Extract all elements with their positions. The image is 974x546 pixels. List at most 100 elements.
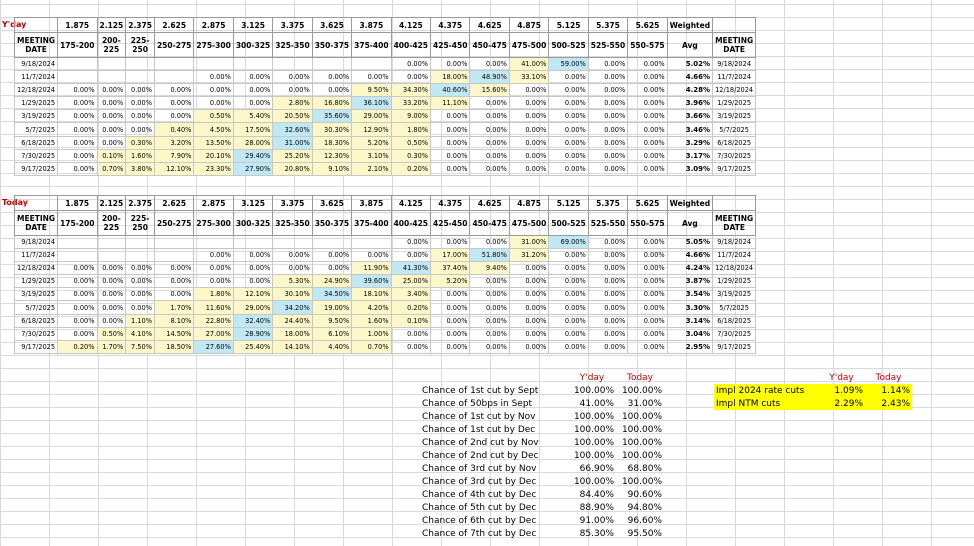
today-prob-cell: 0.00% <box>548 326 589 341</box>
today-meeting-date-header-right: MEETING DATE <box>712 210 757 236</box>
today-prob-cell <box>96 248 127 263</box>
summary-yday-value: 100.00% <box>573 437 614 448</box>
yday-prob-cell: 0.00% <box>627 148 668 163</box>
yday-meeting-date: 1/29/2025 <box>13 96 59 111</box>
today-bucket-range: 475-500 <box>508 210 550 236</box>
yday-prob-cell: 0.00% <box>548 83 589 98</box>
today-bucket-mid: 2.625 <box>153 195 195 211</box>
summary-label: Chance of 1st cut by Sept <box>422 385 539 396</box>
yday-bucket-mid: 5.625 <box>627 17 668 33</box>
today-bucket-range: 425-450 <box>430 210 471 236</box>
today-bucket-mid: 4.875 <box>508 195 550 211</box>
yday-prob-cell: 0.30% <box>125 135 155 150</box>
today-prob-cell: 1.10% <box>125 313 155 328</box>
summary-row: Chance of 4th cut by Dec 84.40% 90.60% <box>420 488 664 501</box>
today-prob-cell: 0.00% <box>57 326 98 341</box>
yday-prob-cell: 28.00% <box>232 135 274 150</box>
today-table-row: 9/17/2025 0.20% 1.70% 7.50% 18.50% 27.60% 25.4… <box>13 339 757 354</box>
yday-bucket-range: 350-375 <box>311 32 353 58</box>
yday-prob-cell: 5.20% <box>351 135 392 150</box>
yday-prob-cell: 23.30% <box>193 161 234 176</box>
today-bucket-range-row: MEETING DATE 175-200 200- 225 225- 250 250-275 2… <box>13 210 757 236</box>
today-prob-cell: 0.00% <box>469 300 510 315</box>
yday-meeting-date-right: 1/29/2025 <box>712 96 757 111</box>
today-meeting-date: 5/7/2025 <box>13 300 59 315</box>
yday-prob-cell: 0.00% <box>57 109 98 124</box>
today-prob-cell: 0.00% <box>96 313 127 328</box>
summary-today-value: 68.80% <box>627 463 662 474</box>
today-meeting-date-right: 11/7/2024 <box>712 248 757 263</box>
yday-prob-cell: 4.50% <box>193 122 234 137</box>
yday-prob-cell: 2.10% <box>351 161 392 176</box>
yday-prob-cell: 48.90% <box>469 70 510 85</box>
today-prob-cell: 4.40% <box>311 339 353 354</box>
yday-prob-cell: 0.00% <box>232 96 274 111</box>
today-prob-cell: 24.90% <box>311 274 353 289</box>
yday-prob-cell: 5.40% <box>232 109 274 124</box>
today-prob-cell: 34.50% <box>311 287 353 302</box>
yday-weighted-avg: 3.46% <box>666 122 714 137</box>
today-prob-cell <box>311 234 353 250</box>
yday-prob-cell: 13.50% <box>193 135 234 150</box>
yday-prob-cell: 0.00% <box>548 122 589 137</box>
today-bucket-range: 200- 225 <box>96 210 127 236</box>
today-prob-cell <box>96 234 127 250</box>
yday-prob-cell: 11.10% <box>430 96 471 111</box>
yday-meeting-date: 5/7/2025 <box>13 122 59 137</box>
today-prob-cell: 19.00% <box>311 300 353 315</box>
yday-bucket-mid: 4.625 <box>469 17 510 33</box>
today-prob-cell: 41.30% <box>390 261 432 276</box>
yday-bucket-mid: 4.875 <box>508 17 550 33</box>
today-bucket-range: 250-275 <box>153 210 195 236</box>
yday-prob-cell: 0.00% <box>587 109 629 124</box>
yday-prob-cell: 0.00% <box>430 148 471 163</box>
today-prob-cell: 14.10% <box>272 339 313 354</box>
today-prob-cell: 0.00% <box>587 274 629 289</box>
yday-prob-cell: 18.30% <box>311 135 353 150</box>
yday-bucket-mid: 3.375 <box>272 17 313 33</box>
yday-prob-cell: 0.00% <box>153 96 195 111</box>
today-prob-cell: 0.10% <box>390 313 432 328</box>
today-prob-cell: 0.00% <box>587 287 629 302</box>
yday-prob-cell: 0.00% <box>508 135 550 150</box>
yday-meeting-date-right: 11/7/2024 <box>712 70 757 85</box>
yday-prob-cell: 12.30% <box>311 148 353 163</box>
today-prob-cell: 18.50% <box>153 339 195 354</box>
today-prob-cell: 0.00% <box>469 339 510 354</box>
today-prob-cell: 37.40% <box>430 261 471 276</box>
summary-today-value: 100.00% <box>621 476 662 487</box>
yday-bucket-range: 450-475 <box>469 32 510 58</box>
summary-label: Chance of 3rd cut by Nov <box>422 463 537 474</box>
today-bucket-mid: 3.375 <box>272 195 313 211</box>
yday-prob-cell: 0.00% <box>232 83 274 98</box>
today-bucket-mid: 4.375 <box>430 195 471 211</box>
today-bucket-mid: 5.125 <box>548 195 589 211</box>
yday-prob-cell: 0.00% <box>272 70 313 85</box>
yday-bucket-mid: 4.125 <box>390 17 432 33</box>
today-prob-cell: 0.00% <box>627 339 668 354</box>
summary-label: Chance of 5th cut by Dec <box>422 502 537 513</box>
yday-weighted-avg: 3.96% <box>666 96 714 111</box>
today-meeting-date-right: 1/29/2025 <box>712 274 757 289</box>
yday-prob-cell: 3.80% <box>125 161 155 176</box>
today-prob-cell: 0.00% <box>390 234 432 250</box>
summary-label: Chance of 50bps in Sept <box>422 398 533 409</box>
yday-prob-cell: 32.60% <box>272 122 313 137</box>
summary-today-value: 96.60% <box>627 515 662 526</box>
yday-prob-cell: 9.00% <box>390 109 432 124</box>
today-prob-cell: 27.00% <box>193 326 234 341</box>
today-prob-cell: 0.00% <box>311 261 353 276</box>
yday-prob-cell: 0.00% <box>627 96 668 111</box>
summary-table: Y'day Today Chance of 1st cut by Sept 100… <box>420 371 664 540</box>
yday-prob-cell: 0.00% <box>548 161 589 176</box>
summary-row: Chance of 3rd cut by Nov 66.90% 68.80% <box>420 462 664 475</box>
yday-meeting-date: 7/30/2025 <box>13 148 59 163</box>
today-prob-cell: 0.00% <box>57 300 98 315</box>
today-prob-cell: 0.00% <box>627 248 668 263</box>
today-bucket-range: 300-325 <box>232 210 274 236</box>
today-prob-cell <box>153 234 195 250</box>
today-meeting-date-header: MEETING DATE <box>13 210 59 236</box>
yday-meeting-date-header-right: MEETING DATE <box>712 32 757 58</box>
yday-meeting-date-right: 9/18/2024 <box>712 56 757 72</box>
yday-prob-cell: 0.40% <box>153 122 195 137</box>
